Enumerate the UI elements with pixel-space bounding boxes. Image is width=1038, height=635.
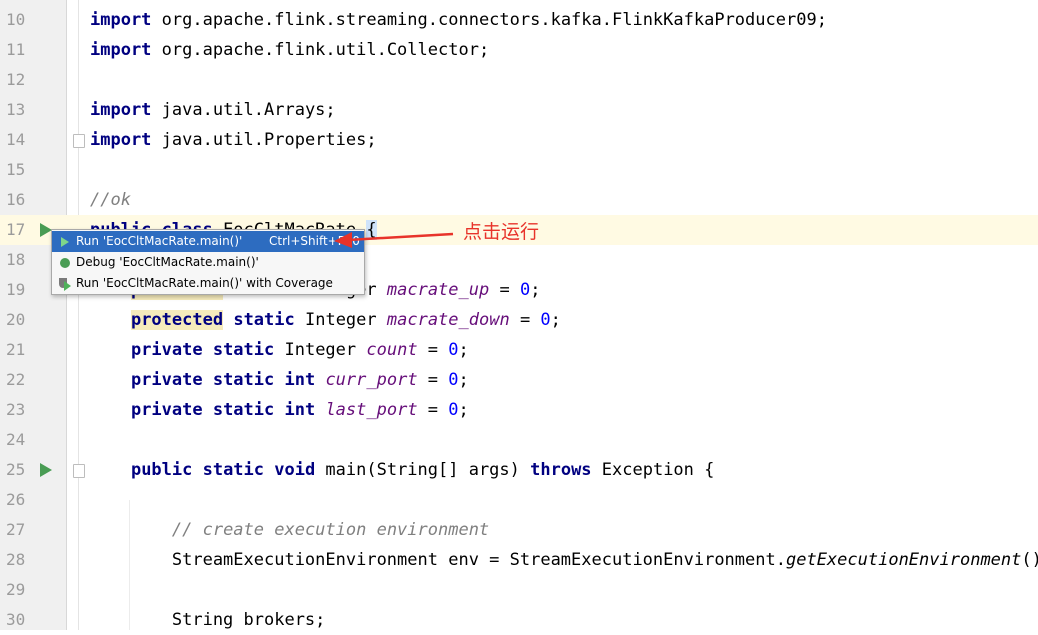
code-text: // create execution environment <box>171 520 490 540</box>
line-number: 11 <box>6 40 26 59</box>
annotation-text: 点击运行 <box>463 221 540 243</box>
code-line[interactable]: 16 //ok <box>0 185 1038 215</box>
line-number: 27 <box>6 520 26 539</box>
fold-method-icon[interactable] <box>73 464 85 478</box>
indent-guide <box>129 500 130 630</box>
code-line[interactable]: 11 import org.apache.flink.util.Collector… <box>0 35 1038 65</box>
code-line[interactable]: 26 <box>0 485 1038 515</box>
code-text: import java.util.Properties; <box>90 130 377 150</box>
code-text: private static int last_port = 0; <box>130 400 469 420</box>
line-number: 20 <box>6 310 26 329</box>
popup-item-label: Debug 'EocCltMacRate.main()' <box>76 255 259 269</box>
line-number: 29 <box>6 580 26 599</box>
code-line[interactable]: 15 <box>0 155 1038 185</box>
code-line[interactable]: 10 import org.apache.flink.streaming.conn… <box>0 5 1038 35</box>
code-line[interactable]: 12 <box>0 65 1038 95</box>
line-number: 16 <box>6 190 26 209</box>
line-number: 25 <box>6 460 26 479</box>
code-line[interactable]: 24 <box>0 425 1038 455</box>
line-number: 24 <box>6 430 26 449</box>
line-number: 19 <box>6 280 26 299</box>
popup-item-debug[interactable]: Debug 'EocCltMacRate.main()' <box>52 252 364 273</box>
code-text: import java.util.Arrays; <box>90 100 336 120</box>
code-line[interactable]: 29 <box>0 575 1038 605</box>
line-number: 18 <box>6 250 26 269</box>
code-text: private static int curr_port = 0; <box>130 370 469 390</box>
code-text: private static Integer count = 0; <box>130 340 469 360</box>
code-line[interactable]: 20 protected static Integer macrate_down… <box>0 305 1038 335</box>
debug-icon <box>58 256 72 270</box>
line-number: 10 <box>6 10 26 29</box>
line-number: 21 <box>6 340 26 359</box>
code-line[interactable]: 13 import java.util.Arrays; <box>0 95 1038 125</box>
line-number: 30 <box>6 610 26 629</box>
coverage-icon <box>58 277 72 291</box>
code-line[interactable]: 25 public static void main(String[] args… <box>0 455 1038 485</box>
popup-item-coverage[interactable]: Run 'EocCltMacRate.main()' with Coverage <box>52 273 364 294</box>
line-number: 14 <box>6 130 26 149</box>
code-line[interactable]: 14 import java.util.Properties; <box>0 125 1038 155</box>
code-line[interactable]: 23 private static int last_port = 0; <box>0 395 1038 425</box>
code-line[interactable]: 22 private static int curr_port = 0; <box>0 365 1038 395</box>
code-text: StreamExecutionEnvironment env = StreamE… <box>90 550 1038 570</box>
code-line[interactable]: 27 // create execution environment <box>0 515 1038 545</box>
code-text: public static void main(String[] args) t… <box>130 460 715 480</box>
line-number: 12 <box>6 70 26 89</box>
line-number: 22 <box>6 370 26 389</box>
run-icon <box>58 235 72 249</box>
line-number: 26 <box>6 490 26 509</box>
run-context-popup: Run 'EocCltMacRate.main()' Ctrl+Shift+F1… <box>51 229 365 295</box>
line-number: 15 <box>6 160 26 179</box>
line-number: 23 <box>6 400 26 419</box>
fold-imports-icon[interactable] <box>73 134 85 148</box>
line-number: 28 <box>6 550 26 569</box>
run-main-gutter-icon[interactable] <box>40 463 52 477</box>
code-text: import org.apache.flink.streaming.connec… <box>90 10 827 30</box>
code-line[interactable]: 28 StreamExecutionEnvironment env = Stre… <box>0 545 1038 575</box>
code-text: //ok <box>90 190 131 210</box>
popup-item-label: Run 'EocCltMacRate.main()' with Coverage <box>76 276 333 290</box>
code-text: String brokers; <box>90 610 326 630</box>
annotation-arrow <box>334 232 454 248</box>
line-number: 17 <box>6 220 26 239</box>
code-line[interactable]: 30 String brokers; <box>0 605 1038 635</box>
code-text: import org.apache.flink.util.Collector; <box>90 40 490 60</box>
popup-item-run[interactable]: Run 'EocCltMacRate.main()' Ctrl+Shift+F1… <box>52 231 364 252</box>
code-line[interactable]: 21 private static Integer count = 0; <box>0 335 1038 365</box>
code-text: protected static Integer macrate_down = … <box>130 310 561 330</box>
popup-item-label: Run 'EocCltMacRate.main()' <box>76 234 243 248</box>
line-number: 13 <box>6 100 26 119</box>
